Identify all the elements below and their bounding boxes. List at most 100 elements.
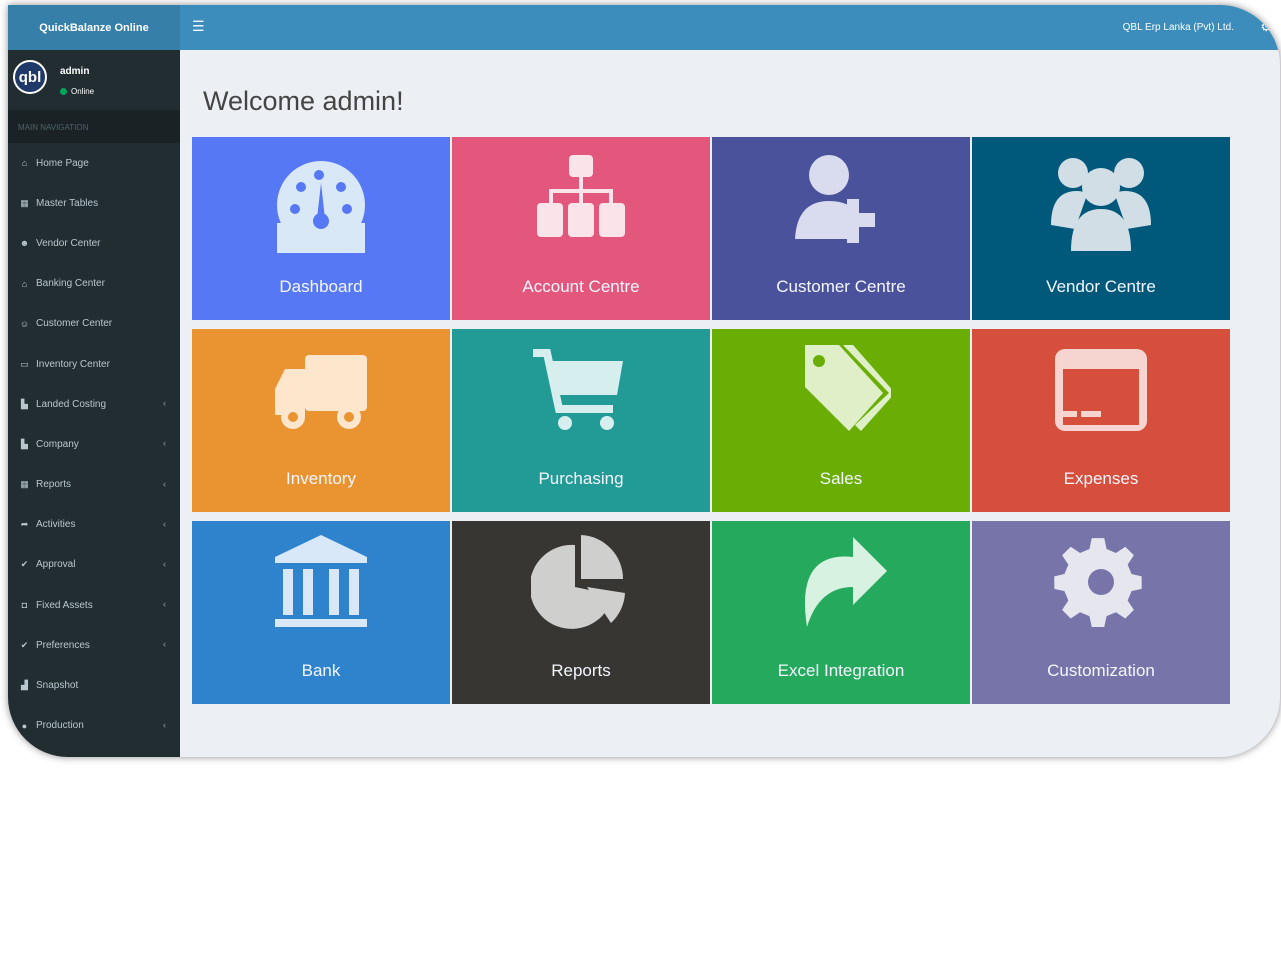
sidebar-item-master-tables[interactable]: ▦ Master Tables bbox=[8, 183, 180, 223]
shopping-cart-icon bbox=[533, 349, 623, 430]
user-plus-icon bbox=[795, 155, 875, 243]
sidebar-item-label: Customer Center bbox=[36, 318, 113, 330]
grid-icon: ▦ bbox=[20, 197, 29, 208]
tile-label: Inventory bbox=[286, 469, 356, 488]
online-status-icon bbox=[60, 88, 67, 95]
tile-customization[interactable]: Customization bbox=[972, 521, 1230, 704]
user-status[interactable]: Online bbox=[60, 87, 94, 96]
tile-label: Customization bbox=[1047, 661, 1155, 680]
sidebar-item-company[interactable]: ▙ Company ‹ bbox=[8, 424, 180, 464]
sidebar-item-preferences[interactable]: ✔ Preferences ‹ bbox=[8, 625, 180, 665]
user-status-label: Online bbox=[71, 87, 95, 96]
top-navbar: ☰ QBL Erp Lanka (Pvt) Ltd. ⚙ bbox=[180, 5, 1280, 50]
tile-label: Expenses bbox=[1063, 469, 1139, 488]
sidebar-item-landed-costing[interactable]: ▙ Landed Costing ‹ bbox=[8, 384, 180, 424]
sidebar-item-activities[interactable]: ➦ Activities ‹ bbox=[8, 505, 180, 545]
grid-icon: ▦ bbox=[20, 479, 29, 490]
tile-label: Purchasing bbox=[538, 469, 624, 488]
sidebar-item-label: Fixed Assets bbox=[36, 599, 93, 611]
truck-icon bbox=[275, 355, 367, 429]
tile-excel-integration[interactable]: Excel Integration bbox=[712, 521, 970, 704]
sidebar-item-fixed-assets[interactable]: ◘ Fixed Assets ‹ bbox=[8, 585, 180, 625]
tile-expenses[interactable]: Expenses bbox=[972, 329, 1230, 512]
tile-reports[interactable]: Reports bbox=[452, 521, 710, 704]
credit-card-icon bbox=[1055, 349, 1147, 431]
chevron-left-icon: ‹ bbox=[163, 438, 166, 449]
tile-purchasing[interactable]: Purchasing bbox=[452, 329, 710, 512]
user-panel: qbl admin Online bbox=[8, 50, 180, 110]
sidebar-item-label: Production bbox=[36, 720, 84, 732]
sidebar: qbl admin Online MAIN NAVIGATION ⌂ Home P… bbox=[8, 50, 180, 757]
sidebar-item-production[interactable]: ● Production ‹ bbox=[8, 706, 180, 746]
tags-icon bbox=[805, 345, 891, 431]
sidebar-item-label: Snapshot bbox=[36, 680, 79, 692]
tile-account-centre[interactable]: Account Centre bbox=[452, 137, 710, 320]
tile-label: Bank bbox=[301, 661, 341, 680]
chevron-left-icon: ‹ bbox=[163, 518, 166, 529]
tile-label: Sales bbox=[819, 469, 863, 488]
tile-grid: Dashboard Account Centre Customer Centre Ve… bbox=[192, 137, 1231, 704]
sidebar-item-label: Master Tables bbox=[36, 197, 99, 209]
sidebar-item-vendor-center[interactable]: ☻ Vendor Center bbox=[8, 223, 180, 263]
tile-label: Excel Integration bbox=[777, 661, 905, 680]
pie-chart-icon bbox=[531, 535, 625, 629]
bar-chart-icon: ▙ bbox=[21, 438, 28, 449]
car-icon: ◘ bbox=[21, 600, 28, 611]
home-icon: ⌂ bbox=[21, 158, 28, 169]
user-name: admin bbox=[60, 66, 90, 77]
share-icon bbox=[804, 537, 887, 627]
sitemap-icon bbox=[537, 155, 625, 237]
share-icon: ➦ bbox=[20, 519, 29, 530]
dashboard-icon bbox=[277, 161, 365, 253]
menu-toggle-icon[interactable]: ☰ bbox=[192, 18, 205, 35]
users-icon bbox=[1051, 158, 1151, 251]
chevron-left-icon: ‹ bbox=[163, 639, 166, 650]
user-plus-icon: ☺ bbox=[19, 318, 30, 329]
thumbs-up-icon: ✔ bbox=[20, 559, 29, 570]
tile-dashboard[interactable]: Dashboard bbox=[192, 137, 450, 320]
tile-inventory[interactable]: Inventory bbox=[192, 329, 450, 512]
sidebar-item-snapshot[interactable]: ▟ Snapshot bbox=[8, 665, 180, 705]
chevron-left-icon: ‹ bbox=[163, 599, 166, 610]
sidebar-item-label: Vendor Center bbox=[36, 237, 101, 249]
sidebar-item-approval[interactable]: ✔ Approval ‹ bbox=[8, 545, 180, 585]
tile-vendor-centre[interactable]: Vendor Centre bbox=[972, 137, 1230, 320]
sidebar-item-label: Company bbox=[36, 438, 79, 450]
tile-label: Account Centre bbox=[522, 277, 640, 296]
tile-label: Vendor Centre bbox=[1046, 277, 1156, 296]
sidebar-item-inventory-center[interactable]: ▭ Inventory Center bbox=[8, 344, 180, 384]
tile-customer-centre[interactable]: Customer Centre bbox=[712, 137, 970, 320]
brand-logo[interactable]: QuickBalanze Online bbox=[8, 5, 180, 50]
archive-icon: ▭ bbox=[20, 358, 29, 369]
sidebar-item-label: Inventory Center bbox=[36, 358, 110, 370]
tile-label: Customer Centre bbox=[776, 277, 906, 296]
page-title: Welcome admin! bbox=[203, 86, 404, 116]
chevron-left-icon: ‹ bbox=[163, 558, 166, 569]
area-chart-icon: ▟ bbox=[21, 680, 28, 691]
company-name[interactable]: QBL Erp Lanka (Pvt) Ltd. bbox=[1123, 22, 1234, 33]
tile-sales[interactable]: Sales bbox=[712, 329, 970, 512]
avatar: qbl bbox=[13, 60, 47, 94]
tile-label: Reports bbox=[551, 661, 611, 680]
sidebar-item-label: Preferences bbox=[36, 639, 90, 651]
tile-label: Dashboard bbox=[279, 277, 363, 296]
sidebar-item-home-page[interactable]: ⌂ Home Page bbox=[8, 143, 180, 183]
sidebar-item-label: Home Page bbox=[36, 157, 89, 169]
main-content: Welcome admin! Dashboard Account Centre Cu… bbox=[180, 50, 1280, 757]
sidebar-item-customer-center[interactable]: ☺ Customer Center bbox=[8, 304, 180, 344]
chevron-left-icon: ‹ bbox=[163, 478, 166, 489]
sidebar-item-label: Banking Center bbox=[36, 278, 105, 290]
app-window: QuickBalanze Online ☰ QBL Erp Lanka (Pvt… bbox=[8, 5, 1280, 757]
sidebar-item-reports[interactable]: ▦ Reports ‹ bbox=[8, 465, 180, 505]
sidebar-item-label: Activities bbox=[36, 519, 76, 531]
bank-icon bbox=[275, 535, 367, 627]
gear-icon bbox=[1054, 538, 1142, 628]
users-icon: ☻ bbox=[19, 238, 30, 249]
bar-chart-icon: ▙ bbox=[21, 398, 28, 409]
sidebar-item-label: Approval bbox=[36, 559, 76, 571]
settings-gear-icon[interactable]: ⚙ bbox=[1260, 19, 1272, 35]
sidebar-item-banking-center[interactable]: ⌂ Banking Center bbox=[8, 264, 180, 304]
chevron-left-icon: ‹ bbox=[163, 719, 166, 730]
tile-bank[interactable]: Bank bbox=[192, 521, 450, 704]
window-reflection: QuickBalanze Online ☰ QBL Erp Lanka (Pvt… bbox=[8, 757, 1280, 956]
